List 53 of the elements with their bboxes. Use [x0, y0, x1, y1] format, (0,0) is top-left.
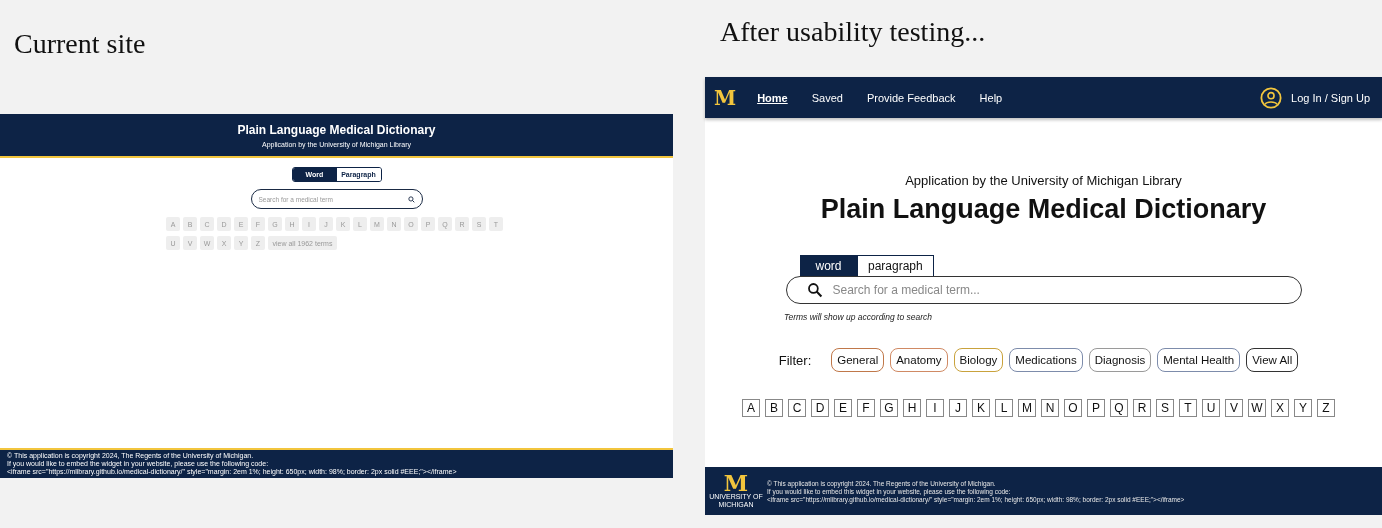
nav-link[interactable]: Help — [979, 91, 1003, 104]
letter-button[interactable]: W — [1248, 399, 1266, 417]
filter-chip[interactable]: Anatomy — [890, 348, 948, 372]
letter-button[interactable]: T — [1179, 399, 1197, 417]
letter-button[interactable]: D — [811, 399, 829, 417]
nav-link[interactable]: Home — [757, 91, 788, 104]
letter-button[interactable]: E — [834, 399, 852, 417]
university-logo: M — [723, 473, 749, 493]
letter-button[interactable]: K — [972, 399, 990, 417]
filter-chip[interactable]: General — [831, 348, 885, 372]
letter-button[interactable]: P — [1087, 399, 1105, 417]
nav-link[interactable]: Saved — [811, 91, 843, 104]
mode-tab[interactable]: word — [800, 255, 857, 276]
filter-label: Filter: — [778, 352, 812, 368]
letter-button[interactable]: I — [926, 399, 944, 417]
search-icon[interactable] — [407, 195, 415, 203]
letter-button[interactable]: A — [742, 399, 760, 417]
letter-button[interactable]: U — [1202, 399, 1220, 417]
letter-button[interactable]: O — [1064, 399, 1082, 417]
letter-button[interactable]: G — [880, 399, 898, 417]
letter-button[interactable]: S — [1156, 399, 1174, 417]
slide-caption: After usability testing... — [720, 16, 986, 47]
letter-button[interactable]: R — [1133, 399, 1151, 417]
letter-button[interactable]: B — [765, 399, 783, 417]
letter-button[interactable]: M — [1018, 399, 1036, 417]
logo[interactable]: M — [714, 85, 737, 110]
letter-button[interactable]: X — [1271, 399, 1289, 417]
letter-button[interactable]: L — [995, 399, 1013, 417]
search-hint: Terms will show up according to search — [784, 312, 933, 322]
filter-chip[interactable]: Biology — [953, 348, 1004, 372]
letter-button[interactable]: F — [857, 399, 875, 417]
letter-button[interactable]: Y — [1294, 399, 1312, 417]
letter-button[interactable]: N — [1041, 399, 1059, 417]
letter-button[interactable]: Z — [1317, 399, 1335, 417]
login-link[interactable]: Log In / Sign Up — [1291, 91, 1370, 104]
letter-button[interactable]: Q — [1110, 399, 1128, 417]
filter-chip[interactable]: Medications — [1009, 348, 1083, 372]
letter-button[interactable]: C — [788, 399, 806, 417]
filter-chip[interactable]: Diagnosis — [1088, 348, 1152, 372]
letter-button[interactable]: V — [1225, 399, 1243, 417]
slide-caption: Current site — [14, 28, 146, 59]
mode-tab[interactable]: paragraph — [857, 255, 934, 276]
search-placeholder: Search for a medical term... — [832, 283, 980, 297]
app-title: Plain Language Medical Dictionary — [820, 194, 1267, 225]
filter-chip[interactable]: Mental Health — [1157, 348, 1241, 372]
user-icon[interactable] — [1260, 86, 1283, 109]
app-subtitle: Application by the University of Michigan Library — [905, 173, 1182, 188]
letter-button[interactable]: H — [903, 399, 921, 417]
filter-chip[interactable]: View All — [1246, 348, 1299, 372]
search-icon[interactable] — [806, 282, 823, 298]
nav-link[interactable]: Provide Feedback — [866, 91, 956, 104]
site-title: Plain Language Medical Dictionary — [237, 122, 436, 137]
letter-button[interactable]: J — [949, 399, 967, 417]
